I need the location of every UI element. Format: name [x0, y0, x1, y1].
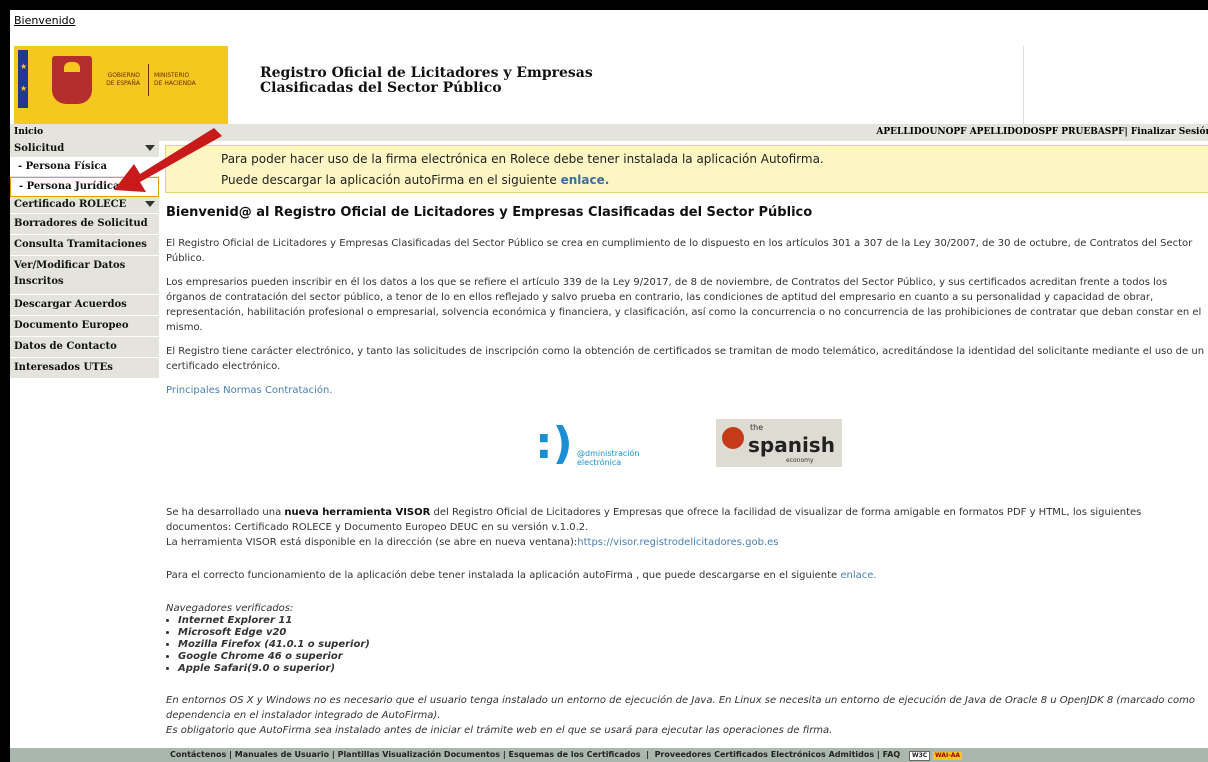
notice-line2: Puede descargar la aplicación autoFirma …: [221, 173, 609, 187]
w3c-badge[interactable]: W3C: [908, 751, 931, 761]
sidebar-item-deuc[interactable]: Documento Europeo DEUC: [10, 316, 159, 351]
intro-paragraph-2: Los empresarios pueden inscribir en él l…: [166, 277, 1202, 333]
sidebar-item-borradores[interactable]: Borradores de Solicitud: [10, 214, 159, 235]
java-text-1: En entornos OS X y Windows no es necesar…: [166, 695, 1196, 721]
user-info: APELLIDOUNOPF APELLIDODOSPF PRUEBASPF| F…: [876, 124, 1208, 141]
normas-link[interactable]: Principales Normas Contratación.: [166, 385, 333, 396]
autofirma-text: Para el correcto funcionamiento de la ap…: [166, 570, 841, 581]
browser-list: Internet Explorer 11Microsoft Edge v20Mo…: [166, 615, 370, 675]
sidebar-item-utes[interactable]: Interesados UTEs: [10, 358, 159, 379]
site-title: Registro Oficial de Licitadores y Empres…: [260, 66, 593, 96]
page-title: Bienvenid@ al Registro Oficial de Licita…: [166, 205, 813, 220]
ministerio-text: MINISTERIO DE HACIENDA: [154, 72, 196, 87]
gobierno-logo: ★ ★ GOBIERNO DE ESPAÑA MINISTERIO DE HACI…: [14, 46, 228, 126]
intro-paragraph-3: El Registro tiene carácter electrónico, …: [166, 346, 1205, 372]
spanish-economy-logo[interactable]: the spanish economy: [716, 419, 842, 467]
footer-contactenos-link[interactable]: Contáctenos: [170, 750, 226, 759]
java-paragraph: En entornos OS X y Windows no es necesar…: [166, 693, 1206, 738]
sidebar-solicitud-label: Solicitud: [14, 143, 65, 154]
sidebar-section-solicitud[interactable]: Solicitud: [10, 141, 159, 158]
main-content: Para poder hacer uso de la firma electró…: [163, 141, 1208, 762]
eu-flag-icon: ★ ★: [18, 50, 28, 108]
footer-proveedores-link[interactable]: Proveedores Certificados Electrónicos Ad…: [655, 750, 875, 759]
site-title-line1: Registro Oficial de Licitadores y Empres…: [260, 65, 593, 81]
nav-bar: Inicio APELLIDOUNOPF APELLIDODOSPF PRUEB…: [10, 124, 1208, 141]
autofirma-paragraph: Para el correcto funcionamiento de la ap…: [166, 568, 1206, 583]
java-text-2: Es obligatorio que AutoFirma sea instala…: [166, 725, 833, 736]
notice-line2-text: Puede descargar la aplicación autoFirma …: [221, 173, 557, 187]
browser-item: Internet Explorer 11: [178, 615, 370, 627]
gear-icon: [722, 427, 744, 449]
notice-line1: Para poder hacer uso de la firma electró…: [221, 152, 824, 166]
wai-aa-badge[interactable]: WAI-AA: [932, 752, 962, 760]
top-bar: Bienvenido: [10, 10, 1208, 32]
notice-enlace-link[interactable]: enlace.: [561, 173, 610, 187]
coat-of-arms-icon: [52, 56, 92, 104]
user-name: APELLIDOUNOPF APELLIDODOSPF PRUEBASPF: [876, 127, 1125, 137]
sidebar-section-certificado[interactable]: Certificado ROLECE: [10, 197, 159, 214]
sidebar: Solicitud - Persona Física - Persona Jur…: [10, 141, 159, 762]
logos-row: :) @dministración electrónica the spanis…: [531, 411, 842, 477]
inicio-link[interactable]: Inicio: [14, 124, 43, 141]
visor-text-a: Se ha desarrollado una: [166, 507, 285, 518]
logout-link[interactable]: Finalizar Sesión: [1131, 127, 1208, 137]
chevron-down-icon[interactable]: [145, 201, 155, 207]
intro-paragraph-1: El Registro Oficial de Licitadores y Emp…: [166, 238, 1193, 264]
footer-links: Contáctenos | Manuales de Usuario | Plan…: [170, 750, 962, 761]
autofirma-enlace-link[interactable]: enlace.: [840, 570, 876, 581]
browsers-title: Navegadores verificados:: [166, 603, 294, 614]
spanish-the: the: [750, 423, 764, 432]
browser-item: Apple Safari(9.0 o superior): [178, 663, 370, 675]
browser-page: Bienvenido ★ ★ GOBIERNO DE ESPAÑA MINISTE…: [10, 10, 1208, 762]
visor-url-link[interactable]: https://visor.registrodelicitadores.gob.…: [577, 537, 778, 548]
autofirma-notice: Para poder hacer uso de la firma electró…: [165, 145, 1208, 193]
logo-divider: [148, 64, 149, 96]
browser-item: Mozilla Firefox (41.0.1 o superior): [178, 639, 370, 651]
header: ★ ★ GOBIERNO DE ESPAÑA MINISTERIO DE HACI…: [10, 32, 1208, 128]
sidebar-item-persona-juridica[interactable]: - Persona Jurídica: [10, 177, 159, 197]
browsers-section: Navegadores verificados: Internet Explor…: [166, 603, 370, 675]
bienvenido-link[interactable]: Bienvenido: [14, 14, 75, 27]
visor-paragraph: Se ha desarrollado una nueva herramienta…: [166, 505, 1206, 550]
footer: Contáctenos | Manuales de Usuario | Plan…: [10, 748, 1208, 762]
browser-item: Google Chrome 46 o superior: [178, 651, 370, 663]
footer-plantillas-link[interactable]: Plantillas Visualización Documentos: [338, 750, 500, 759]
sidebar-item-descargar[interactable]: Descargar Acuerdos: [10, 295, 159, 316]
gobierno-text: GOBIERNO DE ESPAÑA: [106, 72, 140, 87]
administracion-electronica-logo[interactable]: :) @dministración electrónica: [531, 419, 651, 471]
chevron-down-icon[interactable]: [145, 145, 155, 151]
sidebar-certificado-label: Certificado ROLECE: [14, 199, 127, 210]
normas-paragraph: Principales Normas Contratación.: [166, 383, 1206, 398]
spanish-economy: economy: [786, 457, 814, 464]
site-title-line2: Clasificadas del Sector Público: [260, 80, 502, 96]
visor-text-b: nueva herramienta VISOR: [284, 507, 431, 518]
sidebar-item-ver-modificar[interactable]: Ver/Modificar Datos Inscritos: [10, 256, 159, 295]
footer-faq-link[interactable]: FAQ: [883, 750, 901, 759]
footer-esquemas-link[interactable]: Esquemas de los Certificados: [509, 750, 641, 759]
header-right-box: [1023, 46, 1208, 126]
footer-manuales-link[interactable]: Manuales de Usuario: [235, 750, 329, 759]
admin-smiley-icon: :): [535, 418, 573, 469]
visor-text-d: La herramienta VISOR está disponible en …: [166, 537, 578, 548]
sidebar-item-contacto[interactable]: Datos de Contacto: [10, 337, 159, 358]
sidebar-item-consulta[interactable]: Consulta Tramitaciones: [10, 235, 159, 256]
browser-item: Microsoft Edge v20: [178, 627, 370, 639]
admin-logo-text: @dministración electrónica: [577, 449, 640, 467]
sidebar-item-persona-fisica[interactable]: - Persona Física: [10, 158, 159, 177]
spanish-word: spanish: [748, 433, 835, 457]
